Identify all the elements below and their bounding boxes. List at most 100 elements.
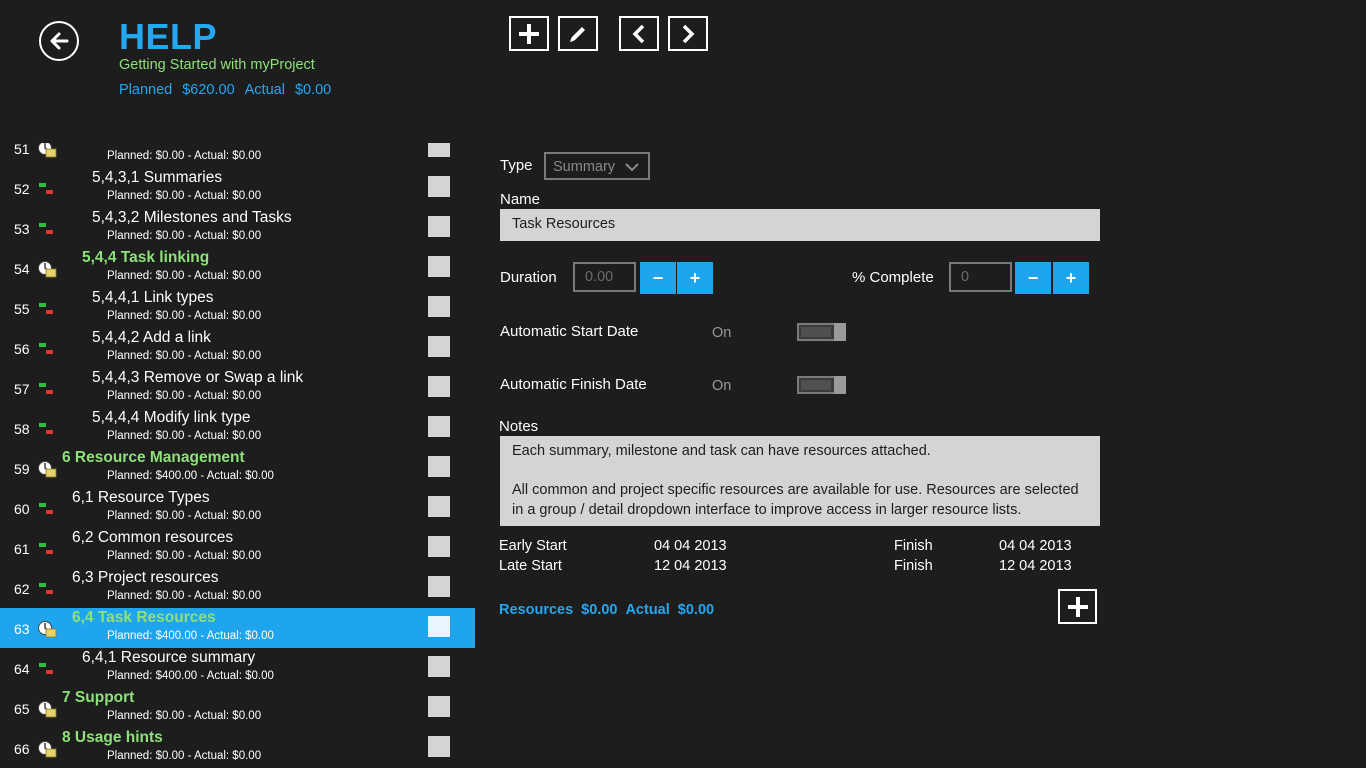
task-name: 8 Usage hints bbox=[62, 729, 163, 746]
task-number: 59 bbox=[14, 461, 30, 477]
edit-task-button[interactable] bbox=[558, 16, 598, 51]
actual-value: $0.00 bbox=[294, 82, 332, 98]
task-row[interactable]: 65 7 Support Planned: $0.00 - Actual: $0.0… bbox=[0, 688, 475, 728]
task-cost: Planned: $0.00 - Actual: $0.00 bbox=[107, 510, 262, 522]
next-button[interactable] bbox=[668, 16, 708, 51]
task-checkbox[interactable] bbox=[428, 616, 450, 637]
duration-field[interactable]: 0.00 bbox=[573, 262, 636, 292]
task-row[interactable]: 61 6,2 Common resources Planned: $0.00 - A… bbox=[0, 528, 475, 568]
task-cost: Planned: $0.00 - Actual: $0.00 bbox=[107, 390, 262, 402]
task-bar-icon bbox=[37, 180, 57, 198]
task-checkbox[interactable] bbox=[428, 736, 450, 757]
percent-complete-field[interactable]: 0 bbox=[949, 262, 1012, 292]
task-number: 63 bbox=[14, 621, 30, 637]
add-task-button[interactable] bbox=[509, 16, 549, 51]
task-name: 6,3 Project resources bbox=[72, 569, 219, 586]
task-row[interactable]: 54 5,4,4 Task linking Planned: $0.00 - Act… bbox=[0, 248, 475, 288]
summary-clock-icon bbox=[37, 260, 57, 278]
auto-finish-toggle[interactable] bbox=[797, 376, 846, 394]
task-row[interactable]: 57 5,4,4,3 Remove or Swap a link Planned: … bbox=[0, 368, 475, 408]
duration-decrement-button[interactable]: − bbox=[640, 262, 676, 294]
task-bar-icon bbox=[37, 540, 57, 558]
late-start-label: Late Start bbox=[499, 558, 562, 574]
summary-clock-icon bbox=[37, 740, 57, 758]
task-checkbox[interactable] bbox=[428, 176, 450, 197]
task-checkbox[interactable] bbox=[428, 656, 450, 677]
back-button[interactable] bbox=[39, 21, 79, 61]
task-row[interactable]: 53 5,4,3,2 Milestones and Tasks Planned: $… bbox=[0, 208, 475, 248]
task-cost: Planned: $0.00 - Actual: $0.00 bbox=[107, 590, 262, 602]
type-dropdown[interactable]: Summary bbox=[544, 152, 650, 180]
task-list[interactable]: 51 Planned: $0.00 - Actual: $0.00 52 5,4,3,… bbox=[0, 143, 475, 768]
task-row[interactable]: 64 6,4,1 Resource summary Planned: $400.00… bbox=[0, 648, 475, 688]
task-checkbox[interactable] bbox=[428, 416, 450, 437]
notes-field[interactable]: Each summary, milestone and task can hav… bbox=[500, 436, 1100, 526]
chevron-down-icon bbox=[625, 163, 639, 172]
percent-increment-button[interactable]: + bbox=[1053, 262, 1089, 294]
arrow-left-icon bbox=[50, 32, 69, 50]
task-row[interactable]: 62 6,3 Project resources Planned: $0.00 - … bbox=[0, 568, 475, 608]
add-resource-button[interactable] bbox=[1058, 589, 1097, 624]
early-finish-value: 04 04 2013 bbox=[999, 538, 1072, 554]
percent-complete-label: % Complete bbox=[852, 269, 934, 286]
auto-start-state: On bbox=[712, 325, 732, 341]
task-row[interactable]: 63 6,4 Task Resources Planned: $400.00 - A… bbox=[0, 608, 475, 648]
task-checkbox[interactable] bbox=[428, 256, 450, 277]
task-row[interactable]: 55 5,4,4,1 Link types Planned: $0.00 - Act… bbox=[0, 288, 475, 328]
chevron-left-icon bbox=[632, 24, 645, 43]
early-start-label: Early Start bbox=[499, 538, 567, 554]
task-checkbox[interactable] bbox=[428, 496, 450, 517]
task-checkbox[interactable] bbox=[428, 216, 450, 237]
summary-clock-icon bbox=[37, 700, 57, 718]
task-row[interactable]: 60 6,1 Resource Types Planned: $0.00 - Act… bbox=[0, 488, 475, 528]
task-checkbox[interactable] bbox=[428, 456, 450, 477]
task-checkbox[interactable] bbox=[428, 336, 450, 357]
task-name: 5,4,4,1 Link types bbox=[92, 289, 214, 306]
summary-clock-icon bbox=[37, 460, 57, 478]
task-name: 6 Resource Management bbox=[62, 449, 245, 466]
duration-label: Duration bbox=[500, 269, 557, 286]
task-number: 55 bbox=[14, 301, 30, 317]
summary-clock-icon bbox=[37, 143, 57, 158]
late-start-value: 12 04 2013 bbox=[654, 558, 727, 574]
task-checkbox[interactable] bbox=[428, 576, 450, 597]
resources-actual-label: Actual bbox=[625, 602, 670, 618]
auto-start-toggle[interactable] bbox=[797, 323, 846, 341]
task-number: 64 bbox=[14, 661, 30, 677]
task-row[interactable]: 66 8 Usage hints Planned: $0.00 - Actual: … bbox=[0, 728, 475, 768]
task-row[interactable]: 59 6 Resource Management Planned: $400.00 … bbox=[0, 448, 475, 488]
task-row[interactable]: 51 Planned: $0.00 - Actual: $0.00 bbox=[0, 143, 475, 168]
task-name: 5,4,4,2 Add a link bbox=[92, 329, 211, 346]
task-cost: Planned: $0.00 - Actual: $0.00 bbox=[107, 430, 262, 442]
task-checkbox[interactable] bbox=[428, 296, 450, 317]
type-value: Summary bbox=[553, 159, 616, 175]
percent-decrement-button[interactable]: − bbox=[1015, 262, 1051, 294]
task-checkbox[interactable] bbox=[428, 696, 450, 717]
task-checkbox[interactable] bbox=[428, 536, 450, 557]
task-row[interactable]: 52 5,4,3,1 Summaries Planned: $0.00 - Actu… bbox=[0, 168, 475, 208]
task-checkbox[interactable] bbox=[428, 376, 450, 397]
task-name: 6,4,1 Resource summary bbox=[82, 649, 256, 666]
task-number: 53 bbox=[14, 221, 30, 237]
task-cost: Planned: $0.00 - Actual: $0.00 bbox=[107, 310, 262, 322]
early-start-value: 04 04 2013 bbox=[654, 538, 727, 554]
task-checkbox[interactable] bbox=[428, 143, 450, 157]
duration-increment-button[interactable]: + bbox=[677, 262, 713, 294]
chevron-right-icon bbox=[682, 24, 695, 43]
name-field[interactable]: Task Resources bbox=[500, 209, 1100, 241]
name-label: Name bbox=[500, 191, 541, 208]
task-name: 5,4,4,3 Remove or Swap a link bbox=[92, 369, 304, 386]
task-row[interactable]: 58 5,4,4,4 Modify link type Planned: $0.00… bbox=[0, 408, 475, 448]
task-name: 5,4,4,4 Modify link type bbox=[92, 409, 251, 426]
task-cost: Planned: $0.00 - Actual: $0.00 bbox=[107, 550, 262, 562]
resources-value: $0.00 bbox=[581, 602, 618, 618]
task-number: 62 bbox=[14, 581, 30, 597]
task-name: 7 Support bbox=[62, 689, 135, 706]
task-row[interactable]: 56 5,4,4,2 Add a link Planned: $0.00 - Act… bbox=[0, 328, 475, 368]
previous-button[interactable] bbox=[619, 16, 659, 51]
task-bar-icon bbox=[37, 380, 57, 398]
actual-label: Actual bbox=[244, 82, 285, 98]
early-finish-label: Finish bbox=[894, 538, 933, 554]
task-number: 66 bbox=[14, 741, 30, 757]
task-name: 5,4,3,1 Summaries bbox=[92, 169, 223, 186]
